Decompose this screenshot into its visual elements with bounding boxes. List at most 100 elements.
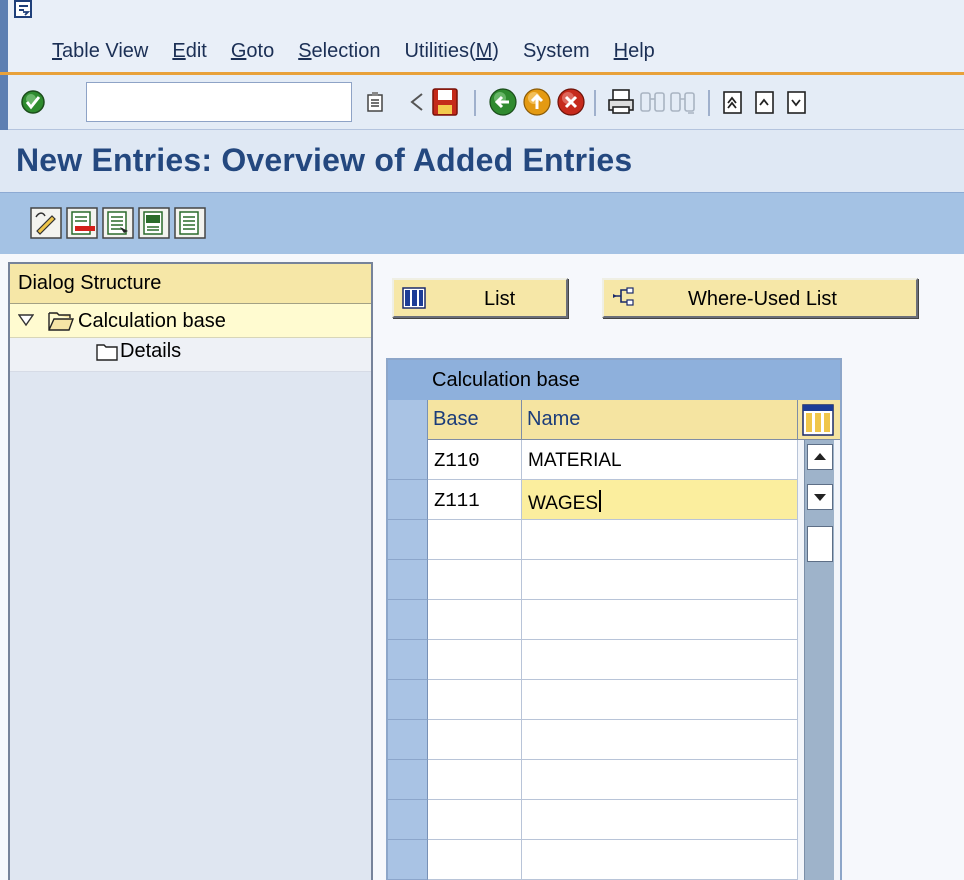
toolbar-separator [594,90,596,116]
menu-utilities[interactable]: Utilities(M) [404,40,498,63]
calculation-base-table: Calculation base Base Name Z110 MATERIAL Z… [386,358,842,880]
where-used-list-button[interactable]: Where-Used List [602,278,918,318]
menu-system[interactable]: System [523,40,590,63]
cell-name[interactable] [522,600,798,640]
window-menu-icon[interactable] [14,0,34,20]
find-icon [640,92,665,112]
delete-icon[interactable] [66,207,98,239]
select-block-icon[interactable] [138,207,170,239]
dialog-structure-header: Dialog Structure [10,264,371,304]
scroll-up-icon [814,453,826,460]
cell-name[interactable] [522,640,798,680]
cell-name[interactable] [522,720,798,760]
cell-base[interactable] [428,840,522,880]
tree-node-label: Calculation base [78,310,226,332]
menu-selection[interactable]: Selection [298,40,380,63]
row-selector[interactable] [388,800,428,840]
exit-icon[interactable] [522,87,552,117]
toolbar-separator [474,90,476,116]
table-row [388,800,800,840]
column-header-base[interactable]: Base [428,400,522,440]
row-selector[interactable] [388,640,428,680]
row-selector[interactable] [388,600,428,640]
cell-base[interactable] [428,640,522,680]
cancel-icon[interactable] [556,87,586,117]
cell-name[interactable] [522,560,798,600]
tree-node-calculation-base[interactable]: Calculation base [10,304,371,338]
folder-icon [96,344,118,361]
menu-area: Table View Edit Goto Selection Utilities… [0,0,964,72]
next-page-icon[interactable] [782,87,812,117]
tree-node-details[interactable]: Details [10,338,371,372]
cell-name[interactable] [522,520,798,560]
table-row [388,680,800,720]
cell-base[interactable] [428,560,522,600]
row-selector[interactable] [388,440,428,480]
cell-name-text: MATERIAL [528,450,622,471]
menu-goto[interactable]: Goto [231,40,274,63]
table-row [388,840,800,880]
table-row [388,760,800,800]
cell-name[interactable] [522,840,798,880]
table-title: Calculation base [388,360,840,400]
back-icon[interactable] [488,87,518,117]
cell-name[interactable] [522,760,798,800]
cell-name[interactable] [522,680,798,720]
dialog-structure-panel: Dialog Structure Calculation base Detail… [8,262,373,880]
deselect-all-icon[interactable] [174,207,206,239]
cell-base[interactable] [428,520,522,560]
table-row [388,520,800,560]
cell-base[interactable] [428,680,522,720]
menu-help[interactable]: Help [614,40,655,63]
cell-base[interactable] [428,600,522,640]
open-folder-icon [48,312,74,331]
collapse-triangle-icon[interactable] [18,313,34,327]
table-settings-icon[interactable] [802,404,834,436]
cell-name[interactable]: WAGES [522,480,798,520]
command-field[interactable] [86,82,352,122]
select-all-icon[interactable] [102,207,134,239]
cell-name[interactable]: MATERIAL [522,440,798,480]
scroll-down-button[interactable] [807,484,833,510]
command-history-icon[interactable] [366,91,384,113]
row-selector[interactable] [388,840,428,880]
back-arrow-icon[interactable] [402,87,432,117]
window-edge [0,75,8,130]
first-page-icon[interactable] [718,87,748,117]
cell-base[interactable]: Z111 [428,480,522,520]
row-selector[interactable] [388,480,428,520]
cell-name[interactable] [522,800,798,840]
table-row [388,600,800,640]
title-area: New Entries: Overview of Added Entries [0,130,964,192]
window-edge [0,0,8,72]
list-button[interactable]: List [392,278,568,318]
menu-table-view[interactable]: Table View [52,40,148,63]
table-row [388,560,800,600]
text-cursor [599,490,602,512]
display-change-icon[interactable] [30,207,62,239]
where-used-list-button-label: Where-Used List [688,288,837,310]
save-icon[interactable] [430,87,460,117]
list-button-label: List [484,288,516,310]
row-selector[interactable] [388,520,428,560]
cell-base[interactable] [428,760,522,800]
row-selector[interactable] [388,680,428,720]
main-area: Dialog Structure Calculation base Detail… [0,254,964,880]
print-icon[interactable] [606,87,636,117]
table-row: Z111 WAGES [388,480,800,520]
cell-base[interactable]: Z110 [428,440,522,480]
previous-page-icon[interactable] [750,87,780,117]
row-selector[interactable] [388,760,428,800]
cell-base[interactable] [428,800,522,840]
enter-icon[interactable] [20,89,46,115]
vertical-scrollbar[interactable] [804,440,834,880]
scrollbar-thumb[interactable] [807,526,833,562]
row-selector[interactable] [388,560,428,600]
row-selector[interactable] [388,720,428,760]
select-all-rows-cell[interactable] [388,400,428,440]
menu-edit[interactable]: Edit [172,40,206,63]
cell-base[interactable] [428,720,522,760]
scroll-up-button[interactable] [807,444,833,470]
toolbar-separator [708,90,710,116]
column-header-name[interactable]: Name [522,400,798,440]
